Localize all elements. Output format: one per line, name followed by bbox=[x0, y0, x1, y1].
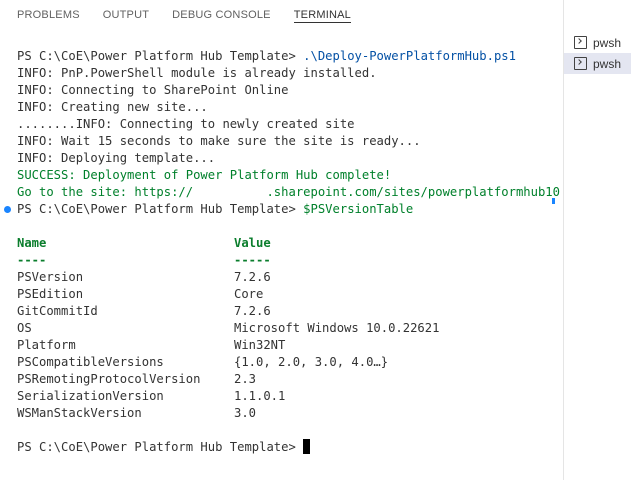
table-row: PSEdition Core bbox=[0, 286, 560, 303]
table-row: OS Microsoft Windows 10.0.22621 bbox=[0, 320, 560, 337]
row-value: 1.1.0.1 bbox=[234, 389, 286, 403]
row-value: Microsoft Windows 10.0.22621 bbox=[234, 321, 440, 335]
tab-terminal[interactable]: TERMINAL bbox=[293, 0, 351, 23]
column-value-header: Value bbox=[234, 236, 271, 250]
output-line: ........INFO: Connecting to newly create… bbox=[17, 117, 355, 131]
site-link-line[interactable]: Go to the site: https:// .sharepoint.com… bbox=[0, 184, 560, 201]
row-name: PSRemotingProtocolVersion bbox=[17, 372, 201, 386]
output-line: INFO: Deploying template... bbox=[17, 151, 216, 165]
tab-output[interactable]: OUTPUT bbox=[103, 0, 149, 23]
row-value: {1.0, 2.0, 3.0, 4.0…} bbox=[234, 355, 389, 369]
output-line: INFO: Connecting to SharePoint Online bbox=[17, 83, 289, 97]
terminal-cursor bbox=[303, 439, 311, 454]
terminal-icon bbox=[574, 57, 587, 70]
command-line: PS C:\CoE\Power Platform Hub Template> .… bbox=[0, 48, 560, 65]
table-row: WSManStackVersion 3.0 bbox=[0, 405, 560, 422]
terminal-list-item[interactable]: pwsh bbox=[564, 32, 631, 53]
row-value: 2.3 bbox=[234, 372, 257, 386]
panel-tab-bar: PROBLEMS OUTPUT DEBUG CONSOLE TERMINAL bbox=[0, 0, 563, 32]
terminal-list-item-label: pwsh bbox=[593, 56, 622, 71]
row-name: PSEdition bbox=[17, 287, 84, 301]
terminal-list-item-label: pwsh bbox=[593, 35, 622, 50]
prompt: PS C:\CoE\Power Platform Hub Template> bbox=[17, 440, 304, 454]
row-name: GitCommitId bbox=[17, 304, 98, 318]
table-row: PSVersion 7.2.6 bbox=[0, 269, 560, 286]
scrollbar-marker bbox=[552, 198, 555, 204]
row-name: OS bbox=[17, 321, 32, 335]
command-line: PS C:\CoE\Power Platform Hub Template> $… bbox=[0, 201, 560, 218]
tab-problems[interactable]: PROBLEMS bbox=[17, 0, 80, 23]
row-name: SerializationVersion bbox=[17, 389, 164, 403]
row-value: 7.2.6 bbox=[234, 270, 271, 284]
success-line: SUCCESS: Deployment of Power Platform Hu… bbox=[17, 168, 392, 182]
table-row: PSRemotingProtocolVersion 2.3 bbox=[0, 371, 560, 388]
table-row: Platform Win32NT bbox=[0, 337, 560, 354]
table-row: SerializationVersion 1.1.0.1 bbox=[0, 388, 560, 405]
table-header: Name Value bbox=[0, 235, 560, 252]
separator-value: ----- bbox=[234, 253, 271, 267]
separator-name: ---- bbox=[17, 253, 47, 267]
row-name: PSCompatibleVersions bbox=[17, 355, 164, 369]
active-prompt-line[interactable]: PS C:\CoE\Power Platform Hub Template> bbox=[0, 439, 560, 456]
terminal-list-item-active[interactable]: pwsh bbox=[564, 53, 631, 74]
row-value: Win32NT bbox=[234, 338, 286, 352]
output-line: INFO: Creating new site... bbox=[17, 100, 208, 114]
tab-debug-console[interactable]: DEBUG CONSOLE bbox=[172, 0, 271, 23]
row-value: 7.2.6 bbox=[234, 304, 271, 318]
terminal-output[interactable]: PS C:\CoE\Power Platform Hub Template> .… bbox=[0, 48, 560, 480]
column-name-header: Name bbox=[17, 236, 47, 250]
row-name: Platform bbox=[17, 338, 76, 352]
output-line: INFO: PnP.PowerShell module is already i… bbox=[17, 66, 377, 80]
table-row: PSCompatibleVersions {1.0, 2.0, 3.0, 4.0…… bbox=[0, 354, 560, 371]
row-name: PSVersion bbox=[17, 270, 84, 284]
table-row: GitCommitId 7.2.6 bbox=[0, 303, 560, 320]
terminal-icon bbox=[574, 36, 587, 49]
row-value: Core bbox=[234, 287, 264, 301]
terminal-list: pwsh pwsh bbox=[564, 32, 631, 74]
row-name: WSManStackVersion bbox=[17, 406, 142, 420]
row-value: 3.0 bbox=[234, 406, 257, 420]
table-separator: ---- ----- bbox=[0, 252, 560, 269]
command-text: $PSVersionTable bbox=[303, 202, 414, 216]
prompt: PS C:\CoE\Power Platform Hub Template> bbox=[17, 49, 304, 63]
output-line: INFO: Wait 15 seconds to make sure the s… bbox=[17, 134, 421, 148]
prompt: PS C:\CoE\Power Platform Hub Template> bbox=[17, 202, 304, 216]
command-text: .\Deploy-PowerPlatformHub.ps1 bbox=[303, 49, 516, 63]
command-decoration-icon[interactable] bbox=[4, 206, 11, 213]
